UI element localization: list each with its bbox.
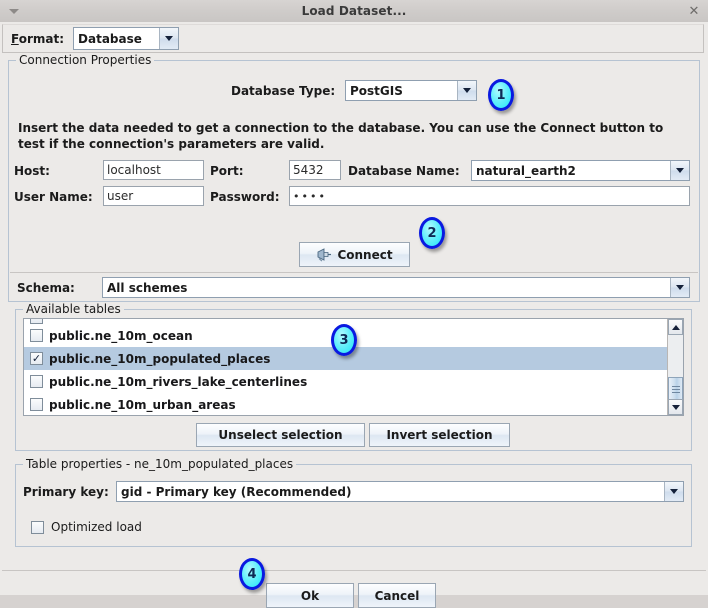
format-label-mnemonic: F: [11, 31, 19, 46]
triangle-down-icon: [671, 404, 680, 410]
list-item[interactable]: public.ne_10m_rivers_lake_centerlines: [24, 370, 667, 393]
primary-key-value: gid - Primary key (Recommended): [121, 484, 352, 499]
primary-key-combo[interactable]: gid - Primary key (Recommended): [116, 481, 684, 502]
list-item-label: public.ne_10m_ocean: [49, 328, 193, 343]
host-label: Host:: [14, 164, 50, 178]
checkbox-icon[interactable]: [30, 375, 43, 388]
list-vertical-scrollbar[interactable]: [667, 319, 683, 415]
user-name-input[interactable]: user: [103, 186, 204, 206]
password-masked-value: ••••: [293, 189, 327, 203]
database-name-combo[interactable]: natural_earth2: [471, 160, 690, 181]
load-dataset-dialog: Load Dataset... ✕ Format: Database Conne…: [0, 0, 708, 608]
callout-badge-3: 3: [331, 324, 357, 356]
schema-combo[interactable]: All schemes: [102, 277, 690, 298]
ok-button[interactable]: Ok: [266, 583, 354, 608]
password-label: Password:: [210, 190, 280, 204]
chevron-down-icon[interactable]: [670, 161, 689, 180]
triangle-up-icon: [671, 324, 680, 330]
chevron-down-icon[interactable]: [664, 482, 683, 501]
close-icon[interactable]: ✕: [685, 2, 703, 20]
chevron-down-icon[interactable]: [670, 278, 689, 297]
window-menu-button[interactable]: [5, 3, 22, 19]
scroll-down-button[interactable]: [668, 399, 683, 415]
format-combo[interactable]: Database: [73, 27, 180, 50]
invert-selection-label: Invert selection: [386, 428, 493, 442]
checkbox-checked-icon[interactable]: ✓: [30, 352, 43, 365]
schema-label: Schema:: [17, 281, 75, 295]
triangle-down-icon: [8, 8, 19, 14]
database-type-value: PostGIS: [350, 83, 403, 98]
page-title: Load Dataset...: [301, 4, 407, 18]
connection-description: Insert the data needed to get a connecti…: [18, 121, 664, 151]
footer-divider: [2, 570, 706, 571]
invert-selection-button[interactable]: Invert selection: [369, 423, 510, 447]
callout-badge-1: 1: [488, 79, 514, 111]
database-name-value: natural_earth2: [476, 163, 576, 178]
port-input[interactable]: 5432: [289, 160, 341, 180]
format-toolbar: Format: Database: [2, 24, 704, 53]
table-properties-group: Table properties - ne_10m_populated_plac…: [15, 457, 692, 547]
divider: [10, 272, 698, 273]
callout-badge-2: 2: [419, 217, 445, 249]
cancel-button[interactable]: Cancel: [358, 583, 436, 608]
checkbox-icon[interactable]: [30, 329, 43, 342]
schema-value: All schemes: [107, 280, 188, 295]
optimized-load-label: Optimized load: [51, 520, 142, 534]
plug-connect-icon: [317, 247, 332, 261]
dialog-content: Format: Database Connection Properties D…: [0, 22, 708, 608]
cancel-button-label: Cancel: [374, 588, 420, 603]
checkbox-icon[interactable]: [30, 398, 43, 411]
table-properties-title: Table properties - ne_10m_populated_plac…: [23, 457, 297, 471]
scrollbar-track[interactable]: [668, 335, 683, 401]
list-item-label: public.ne_10m_urban_areas: [49, 397, 236, 412]
callout-badge-4-number: 4: [247, 566, 257, 582]
checkbox-icon[interactable]: [30, 319, 43, 324]
format-combo-value: Database: [78, 31, 142, 46]
callout-badge-4: 4: [239, 558, 265, 590]
callout-badge-3-number: 3: [339, 332, 349, 348]
password-input[interactable]: ••••: [289, 186, 690, 206]
scroll-up-button[interactable]: [668, 319, 683, 335]
user-name-label: User Name:: [14, 190, 93, 204]
list-item[interactable]: public.ne_10m_urban_areas: [24, 393, 667, 415]
optimized-load-row[interactable]: Optimized load: [31, 520, 142, 534]
database-type-label: Database Type:: [231, 84, 336, 98]
ok-button-label: Ok: [300, 588, 320, 603]
database-type-combo[interactable]: PostGIS: [345, 80, 477, 101]
checkbox-icon[interactable]: [31, 520, 44, 534]
callout-badge-2-number: 2: [427, 225, 437, 241]
chevron-down-icon[interactable]: [159, 28, 179, 49]
format-label-rest: ormat:: [18, 31, 65, 46]
connect-button[interactable]: Connect: [299, 242, 410, 267]
callout-badge-1-number: 1: [496, 87, 506, 103]
list-item-label: public.ne_10m_populated_places: [49, 351, 271, 366]
database-name-label: Database Name:: [348, 164, 460, 178]
port-label: Port:: [210, 164, 244, 178]
connection-properties-title: Connection Properties: [16, 53, 155, 67]
chevron-down-icon[interactable]: [457, 81, 476, 100]
format-label: Format:: [11, 32, 64, 46]
unselect-selection-button[interactable]: Unselect selection: [196, 423, 365, 447]
primary-key-label: Primary key:: [23, 485, 109, 499]
available-tables-title: Available tables: [23, 302, 124, 316]
unselect-selection-label: Unselect selection: [218, 428, 343, 442]
scrollbar-thumb[interactable]: [668, 377, 683, 401]
connect-button-label: Connect: [337, 247, 393, 262]
title-bar: Load Dataset... ✕: [0, 0, 708, 23]
host-input[interactable]: localhost: [103, 160, 204, 180]
list-item-label: public.ne_10m_rivers_lake_centerlines: [49, 374, 308, 389]
